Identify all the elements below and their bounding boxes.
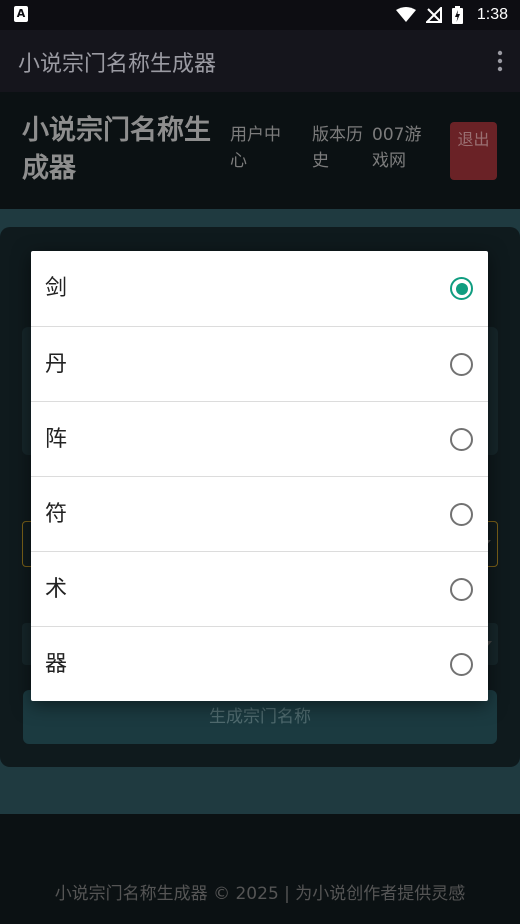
- status-icons: 1:38: [395, 4, 508, 26]
- radio-unchecked-icon[interactable]: [450, 353, 473, 376]
- footer: 小说宗门名称生成器 © 2025 | 为小说创作者提供灵感: [0, 814, 520, 924]
- option-label: 器: [45, 652, 68, 677]
- radio-unchecked-icon[interactable]: [450, 428, 473, 451]
- radio-unchecked-icon[interactable]: [450, 578, 473, 601]
- status-bar: A 1:38: [0, 0, 520, 30]
- no-signal-icon: [425, 7, 442, 23]
- nav-version-history[interactable]: 版本历史: [312, 122, 364, 174]
- option-label: 丹: [45, 352, 68, 377]
- nav-007-game[interactable]: 007游戏网: [372, 122, 432, 174]
- option-item[interactable]: 丹: [31, 326, 488, 401]
- option-label: 阵: [45, 427, 68, 452]
- app-notification-icon: A: [14, 6, 28, 22]
- option-item[interactable]: 术: [31, 551, 488, 626]
- radio-unchecked-icon[interactable]: [450, 653, 473, 676]
- radio-unchecked-icon[interactable]: [450, 503, 473, 526]
- battery-charging-icon: [451, 6, 463, 24]
- option-picker-dialog: 剑 丹 阵 符 术 器: [31, 251, 488, 701]
- more-vert-icon[interactable]: [496, 50, 504, 72]
- option-item[interactable]: 剑: [31, 251, 488, 326]
- option-label: 术: [45, 577, 68, 602]
- clock: 1:38: [476, 6, 508, 23]
- option-label: 符: [45, 502, 68, 527]
- radio-checked-icon[interactable]: [450, 277, 473, 300]
- option-item[interactable]: 阵: [31, 401, 488, 476]
- site-title: 小说宗门名称生成器: [22, 115, 211, 184]
- site-header: 小说宗门名称生成器 用户中心 版本历史 007游戏网 退出: [0, 92, 520, 209]
- wifi-icon: [395, 7, 416, 22]
- app-bar: 小说宗门名称生成器: [0, 30, 520, 92]
- option-label: 剑: [45, 276, 68, 301]
- option-item[interactable]: 器: [31, 626, 488, 701]
- logout-button[interactable]: 退出: [450, 122, 497, 180]
- option-item[interactable]: 符: [31, 476, 488, 551]
- nav-user-center[interactable]: 用户中心: [230, 122, 294, 174]
- app-bar-title: 小说宗门名称生成器: [18, 52, 217, 77]
- footer-text: 小说宗门名称生成器 © 2025 | 为小说创作者提供灵感: [54, 884, 466, 904]
